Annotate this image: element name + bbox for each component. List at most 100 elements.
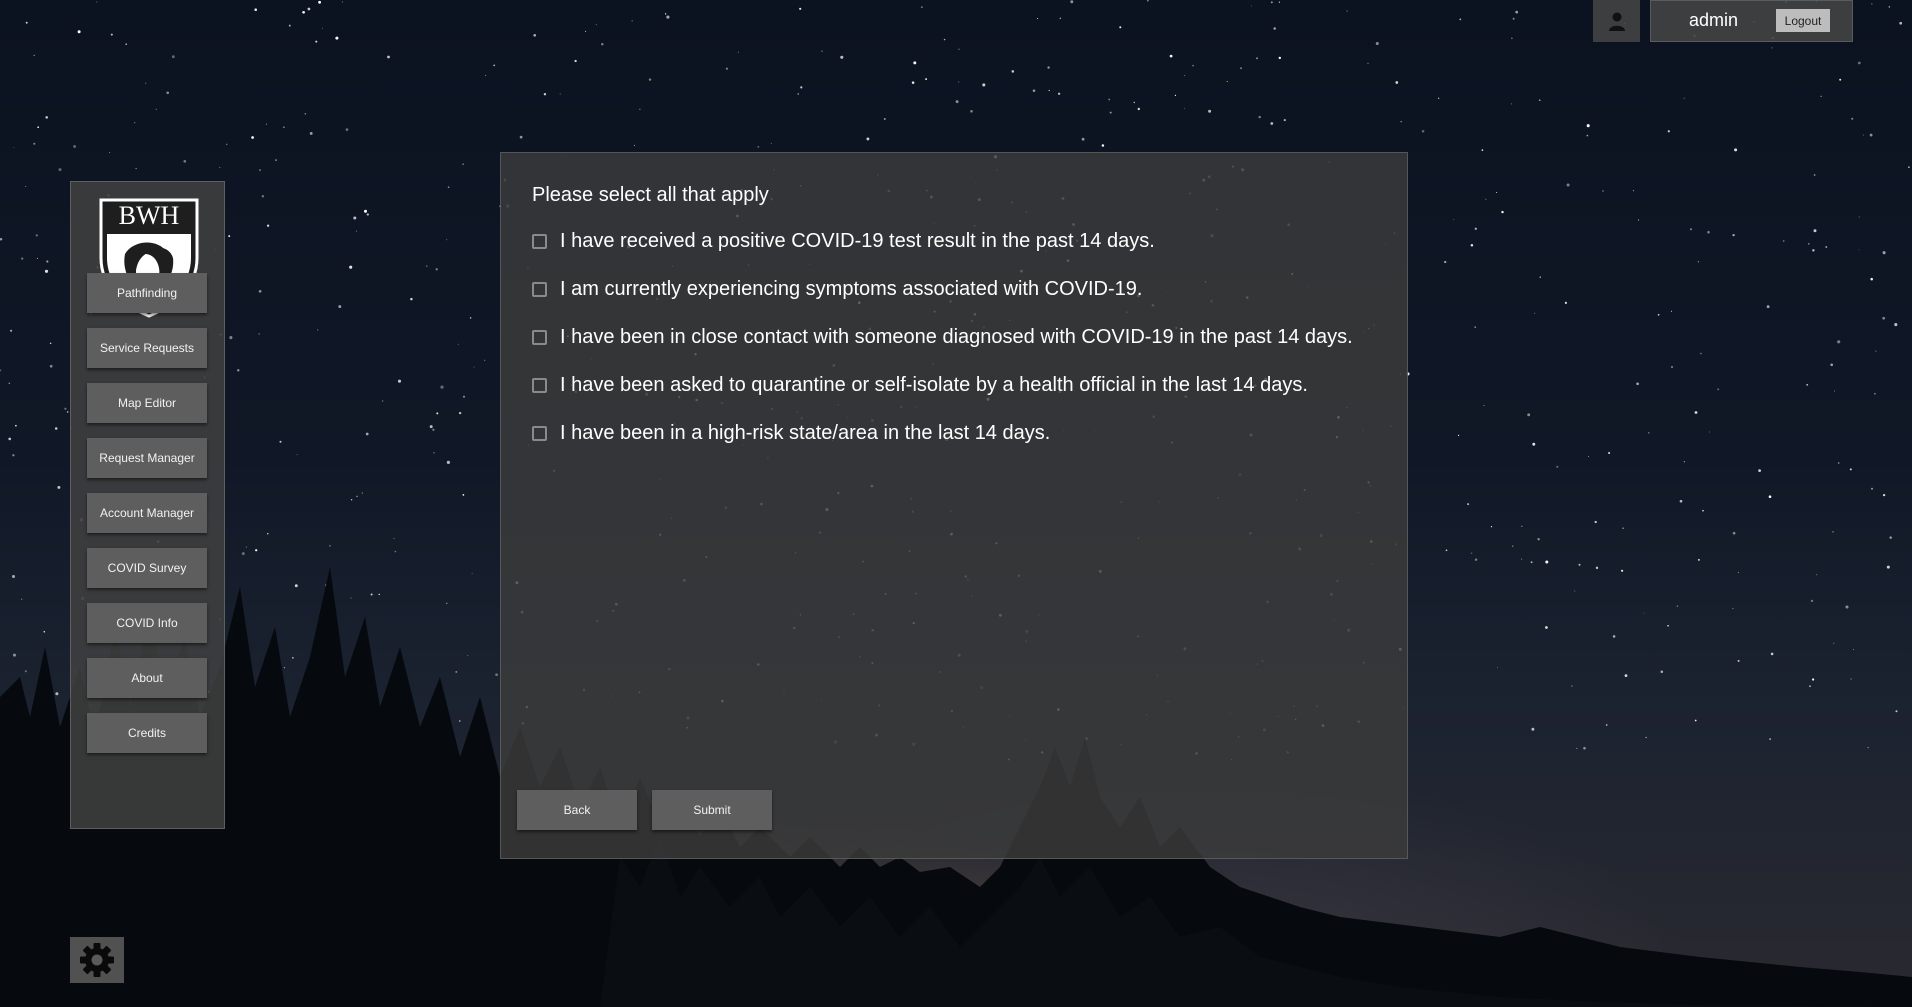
star [0,237,3,241]
star [1683,461,1685,463]
star [958,48,960,50]
star [315,40,318,43]
nav-service-requests[interactable]: Service Requests [87,328,207,368]
star [1812,249,1815,252]
back-button[interactable]: Back [517,790,637,830]
star [1882,251,1886,255]
submit-button[interactable]: Submit [652,790,772,830]
checkbox[interactable] [532,378,547,393]
star [1485,198,1487,200]
star [1474,558,1478,561]
nav-about[interactable]: About [87,658,207,698]
star [237,369,240,372]
option-label: I have received a positive COVID-19 test… [560,230,1155,252]
nav-pathfinding[interactable]: Pathfinding [87,273,207,313]
star [1278,1,1281,3]
settings-button[interactable] [70,937,124,983]
user-avatar-button[interactable] [1593,0,1640,42]
survey-option-close-contact[interactable]: I have been in close contact with someon… [532,326,1353,349]
star [1574,590,1576,592]
star [447,186,450,189]
star [1192,64,1194,67]
nav-covid-info[interactable]: COVID Info [87,603,207,643]
star [259,169,261,172]
star [1556,465,1559,468]
star [1670,310,1673,312]
star [1283,119,1286,122]
survey-option-symptoms[interactable]: I am currently experiencing symptoms ass… [532,278,1142,301]
survey-option-high-risk-area[interactable]: I have been in a high-risk state/area in… [532,422,1050,445]
star [381,400,384,402]
option-label: I have been asked to quarantine or self-… [560,374,1308,396]
username-label: admin [1689,10,1739,30]
star [426,265,428,267]
star [73,145,76,148]
star [519,135,523,139]
star [363,209,368,213]
star [24,670,27,673]
star [370,593,373,596]
star [484,359,486,361]
star [304,113,307,115]
checkbox[interactable] [532,234,547,249]
nav-account-manager[interactable]: Account Manager [87,493,207,533]
star [358,708,361,711]
nav-map-editor[interactable]: Map Editor [87,383,207,423]
star [1683,97,1685,99]
star [166,91,170,95]
nav-request-manager[interactable]: Request Manager [87,438,207,478]
option-label: I have been in close contact with someon… [560,326,1353,348]
star [1871,487,1873,490]
star [1849,468,1852,471]
star [469,317,472,319]
star [283,126,285,128]
star [1845,605,1849,609]
star [1895,710,1898,713]
star [1622,527,1624,529]
option-label: I have been in a high-risk state/area in… [560,422,1051,444]
survey-option-quarantine[interactable]: I have been asked to quarantine or self-… [532,374,1308,397]
star [155,108,157,110]
star [110,33,113,36]
star [54,427,58,430]
star [1830,363,1834,367]
star [1258,115,1261,119]
star [840,55,844,59]
survey-option-positive-test[interactable]: I have received a positive COVID-19 test… [532,230,1155,253]
star [349,265,353,269]
checkbox[interactable] [532,282,547,297]
logout-button[interactable]: Logout [1776,9,1830,32]
star [324,748,327,751]
star [33,54,35,56]
star [326,673,328,675]
checkbox[interactable] [532,330,547,345]
star [471,572,473,574]
star [1782,240,1785,242]
star [267,533,269,535]
star [322,27,323,29]
star [925,78,928,81]
star [1737,571,1739,574]
star [1474,326,1477,328]
nav-credits[interactable]: Credits [87,713,207,753]
star [955,100,959,104]
star [21,598,23,600]
star [1367,62,1369,64]
star [275,159,278,162]
star [1576,747,1578,749]
nav-covid-survey[interactable]: COVID Survey [87,548,207,588]
star [1011,70,1015,73]
star [1445,549,1448,552]
star [1732,608,1734,610]
star [1395,81,1399,84]
checkbox[interactable] [532,426,547,441]
star [1698,559,1700,561]
star [46,260,49,263]
star [473,366,475,368]
star [1036,18,1039,20]
star [1534,312,1536,314]
star [397,379,402,383]
star [633,144,635,146]
star [543,93,547,96]
star [1771,47,1773,49]
